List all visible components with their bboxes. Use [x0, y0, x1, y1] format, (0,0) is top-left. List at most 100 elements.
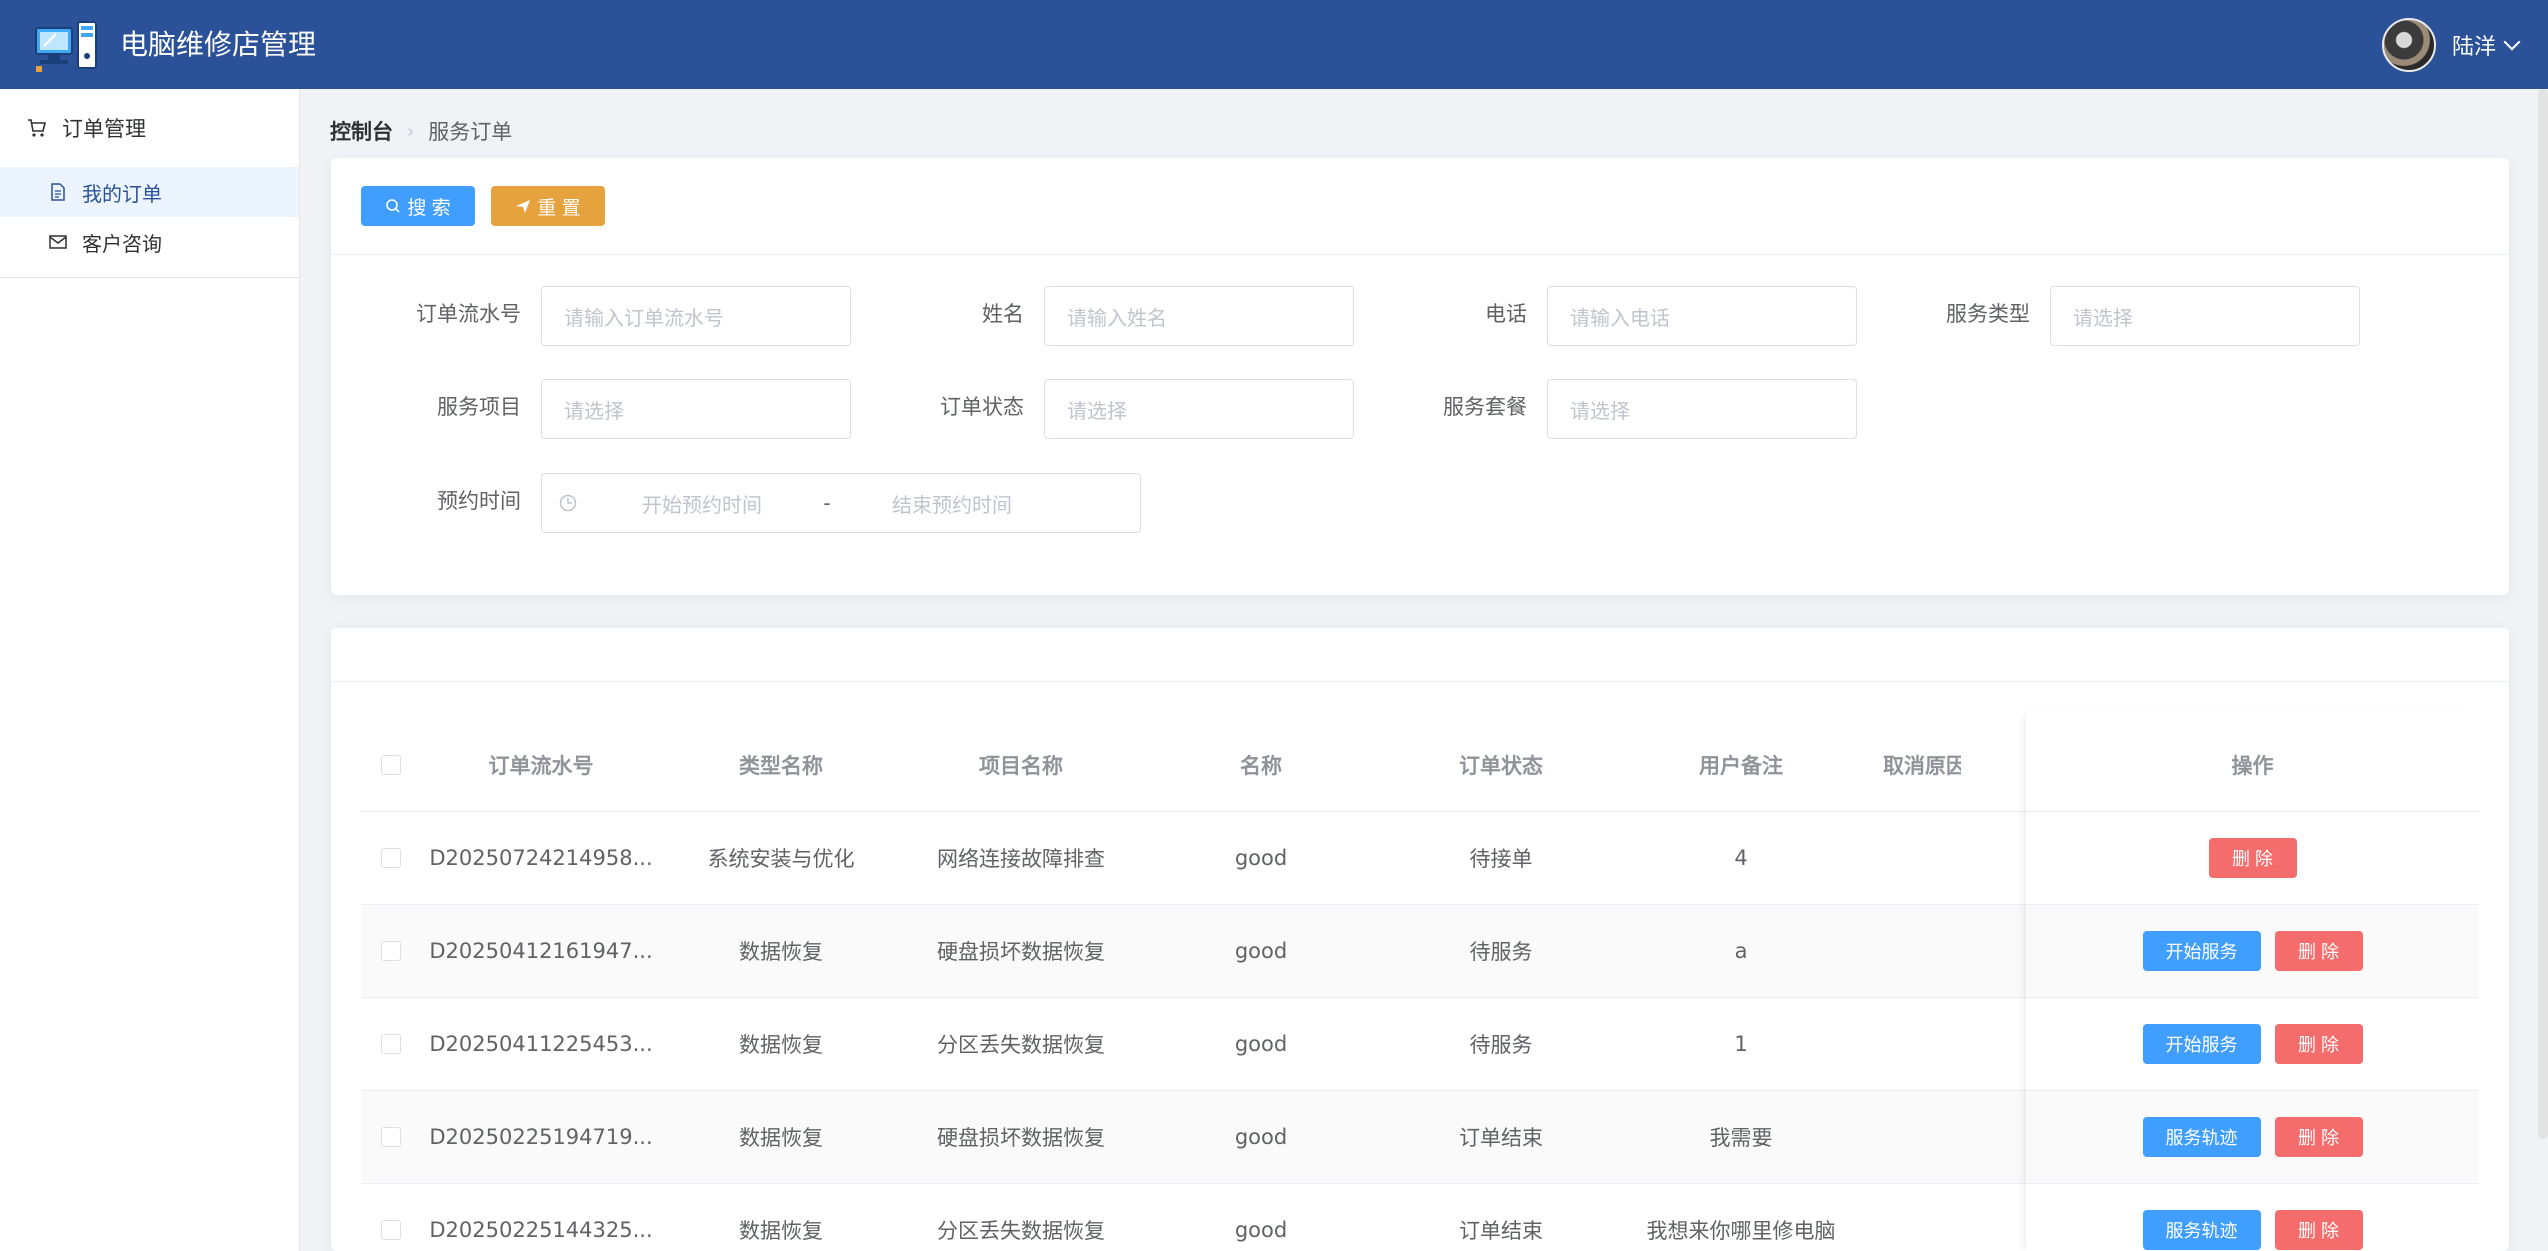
- sidebar: 订单管理 我的订单 客户咨询: [0, 89, 300, 1251]
- cell-name: good: [1234, 939, 1288, 963]
- service-type-select[interactable]: 请选择: [2050, 286, 2360, 346]
- start-service-button[interactable]: 开始服务: [2142, 1024, 2261, 1064]
- search-panel: 搜 索 重 置 订单流水号 请输入订单流水号 姓名 请输入姓名 电话 请输入电话…: [331, 158, 2509, 595]
- order-no-label: 订单流水号: [416, 302, 521, 326]
- delete-button[interactable]: 删 除: [2274, 1210, 2363, 1250]
- phone-input[interactable]: 请输入电话: [1547, 286, 1857, 346]
- column-header: 订单状态: [1459, 753, 1543, 778]
- row-checkbox[interactable]: [381, 1127, 401, 1147]
- cart-icon: [28, 119, 47, 137]
- service-item-label: 服务项目: [437, 395, 521, 419]
- chevron-down-icon[interactable]: [2503, 33, 2521, 50]
- row-checkbox[interactable]: [381, 848, 401, 868]
- start-service-button[interactable]: 开始服务: [2142, 931, 2261, 971]
- user-menu[interactable]: 陆洋: [2381, 0, 2521, 89]
- cell-order-no: D20250412161947...: [429, 939, 653, 963]
- cell-status: 待接单: [1469, 847, 1533, 871]
- cell-remark: 我想来你哪里修电脑: [1646, 1219, 1836, 1243]
- appointment-start-input[interactable]: 开始预约时间: [592, 489, 812, 518]
- delete-button[interactable]: 删 除: [2274, 931, 2363, 971]
- column-header: 取消原因: [1883, 753, 1961, 778]
- delete-button[interactable]: 删 除: [2274, 1117, 2363, 1157]
- package-select[interactable]: 请选择: [1547, 379, 1857, 439]
- cell-type: 系统安装与优化: [707, 847, 855, 871]
- sidebar-item-my-orders[interactable]: 我的订单: [0, 167, 299, 217]
- row-checkbox[interactable]: [381, 1220, 401, 1240]
- order-status-label: 订单状态: [940, 395, 1024, 419]
- operations-row: 删 除: [2026, 812, 2479, 905]
- select-all-checkbox[interactable]: [381, 754, 401, 775]
- cell-remark: 4: [1734, 846, 1748, 870]
- search-toolbar: 搜 索 重 置: [331, 158, 2509, 255]
- appointment-end-input[interactable]: 结束预约时间: [842, 489, 1062, 518]
- chevron-right-icon: ›: [407, 120, 415, 142]
- order-no-input[interactable]: 请输入订单流水号: [541, 286, 851, 346]
- breadcrumb: 控制台 › 服务订单: [330, 116, 512, 146]
- cell-item: 硬盘损坏数据恢复: [937, 1126, 1105, 1150]
- cell-status: 订单结束: [1459, 1219, 1543, 1243]
- sidebar-group-order-management[interactable]: 订单管理: [0, 89, 299, 167]
- cell-name: good: [1234, 846, 1288, 870]
- date-range-separator: -: [823, 491, 831, 515]
- cell-order-no: D20250724214958...: [429, 846, 653, 870]
- reset-button[interactable]: 重 置: [491, 186, 605, 226]
- cell-status: 待服务: [1469, 940, 1533, 964]
- cell-type: 数据恢复: [739, 1033, 823, 1057]
- delete-button[interactable]: 删 除: [2274, 1024, 2363, 1064]
- cell-item: 分区丢失数据恢复: [937, 1033, 1105, 1057]
- sidebar-item-label: 我的订单: [82, 181, 162, 206]
- column-header: 用户备注: [1699, 753, 1783, 778]
- order-status-select[interactable]: 请选择: [1044, 379, 1354, 439]
- service-type-label: 服务类型: [1946, 302, 2030, 326]
- sidebar-item-label: 客户咨询: [82, 231, 162, 256]
- clock-icon: [559, 494, 577, 512]
- cell-status: 待服务: [1469, 1033, 1533, 1057]
- cell-status: 订单结束: [1459, 1126, 1543, 1150]
- appointment-label: 预约时间: [437, 489, 521, 513]
- search-button-label: 搜 索: [407, 197, 451, 219]
- cell-item: 网络连接故障排查: [937, 847, 1105, 871]
- operations-row: 开始服务 删 除: [2026, 998, 2479, 1091]
- cell-order-no: D20250225194719...: [429, 1125, 653, 1149]
- computer-repair-logo-icon: [35, 21, 97, 72]
- cell-name: good: [1234, 1125, 1288, 1149]
- phone-label: 电话: [1485, 302, 1527, 326]
- cell-item: 分区丢失数据恢复: [937, 1219, 1105, 1243]
- cell-item: 硬盘损坏数据恢复: [937, 940, 1105, 964]
- cell-order-no: D20250225144325...: [429, 1218, 653, 1242]
- sidebar-divider: [0, 277, 300, 278]
- table-panel: 订单流水号 类型名称 项目名称 名称 订单状态 用户备注 取消原因 D20250…: [331, 628, 2509, 1251]
- breadcrumb-root[interactable]: 控制台: [330, 116, 393, 146]
- reset-button-label: 重 置: [537, 197, 581, 219]
- name-input[interactable]: 请输入姓名: [1044, 286, 1354, 346]
- row-checkbox[interactable]: [381, 941, 401, 961]
- breadcrumb-current: 服务订单: [428, 120, 513, 144]
- service-track-button[interactable]: 服务轨迹: [2142, 1117, 2261, 1157]
- cell-remark: 我需要: [1709, 1126, 1773, 1150]
- search-icon: [386, 199, 400, 213]
- top-header: 电脑维修店管理 陆洋: [0, 0, 2548, 89]
- operations-row: 开始服务 删 除: [2026, 905, 2479, 998]
- sidebar-group-label: 订单管理: [62, 117, 146, 141]
- operations-column: 操作 删 除 开始服务 删 除 开始服务 删 除 服务轨迹 删 除 服务轨迹 删…: [2026, 710, 2479, 1251]
- mail-icon: [49, 235, 67, 249]
- delete-button[interactable]: 删 除: [2208, 838, 2297, 878]
- column-header: 订单流水号: [488, 753, 594, 778]
- cell-type: 数据恢复: [739, 1219, 823, 1243]
- vertical-scrollbar[interactable]: [2538, 89, 2548, 1139]
- cell-type: 数据恢复: [739, 940, 823, 964]
- avatar[interactable]: [2381, 17, 2436, 72]
- search-button[interactable]: 搜 索: [361, 186, 475, 226]
- cell-name: good: [1234, 1032, 1288, 1056]
- service-item-select[interactable]: 请选择: [541, 379, 851, 439]
- cell-remark: a: [1734, 939, 1748, 963]
- service-track-button[interactable]: 服务轨迹: [2142, 1210, 2261, 1250]
- package-label: 服务套餐: [1443, 395, 1527, 419]
- column-header: 名称: [1240, 753, 1282, 778]
- table-panel-header: [331, 628, 2509, 682]
- cell-order-no: D20250411225453...: [429, 1032, 653, 1056]
- user-name[interactable]: 陆洋: [2452, 29, 2496, 61]
- sidebar-item-customer-inquiry[interactable]: 客户咨询: [0, 217, 299, 267]
- appointment-date-range[interactable]: 开始预约时间 - 结束预约时间: [541, 473, 1141, 533]
- row-checkbox[interactable]: [381, 1034, 401, 1054]
